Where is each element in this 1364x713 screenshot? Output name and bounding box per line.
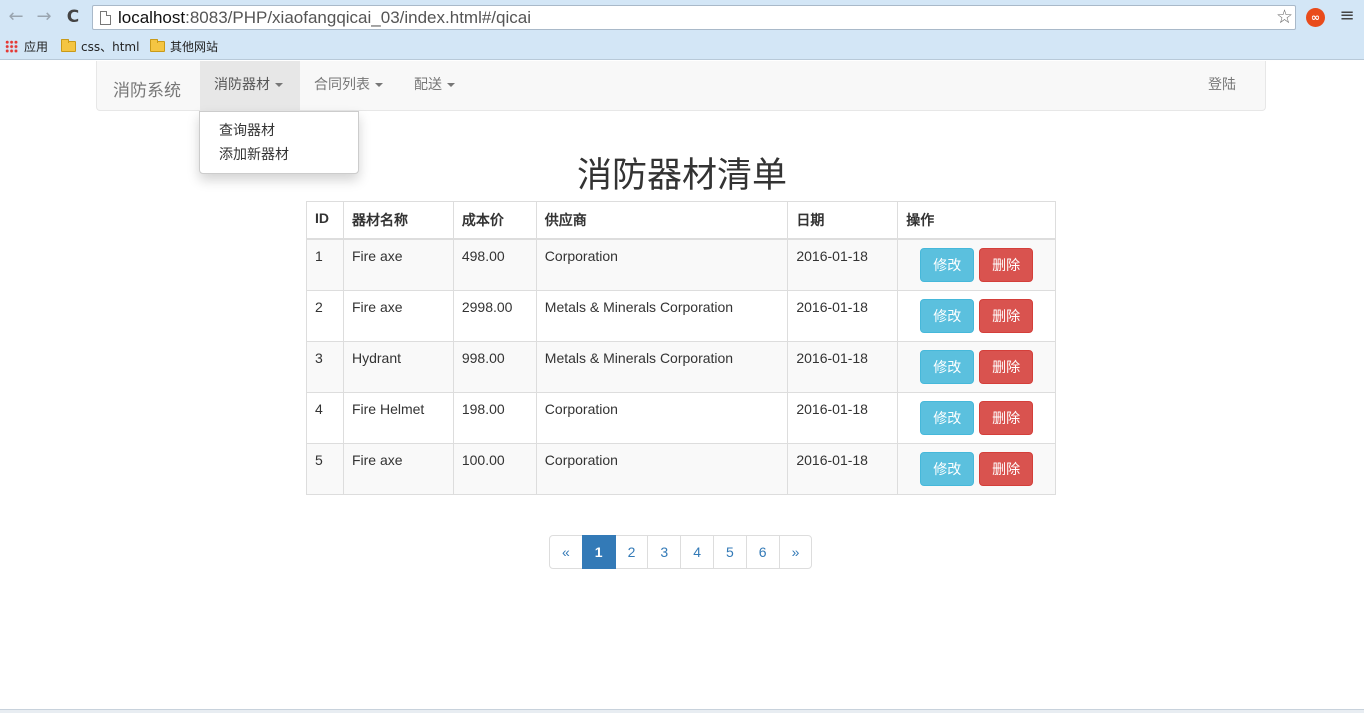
cell-name: Fire axe bbox=[342, 289, 454, 342]
table-row: 2 Fire axe 2998.00 Metals & Minerals Cor… bbox=[306, 289, 1056, 342]
edit-button[interactable]: 修改 bbox=[920, 451, 975, 486]
pagination-page-2[interactable]: 2 bbox=[614, 535, 649, 569]
equipment-table: ID 器材名称 成本价 供应商 日期 操作 1 Fire axe 498.00 … bbox=[306, 201, 1056, 495]
delete-button[interactable]: 删除 bbox=[979, 349, 1034, 384]
app-navbar: 消防系统 消防器材 合同列表 配送 登陆 bbox=[96, 61, 1266, 111]
cell-date: 2016-01-18 bbox=[787, 238, 899, 291]
header-price: 成本价 bbox=[452, 201, 537, 240]
extension-icon[interactable]: ∞ bbox=[1306, 8, 1325, 27]
bookmark-apps[interactable]: 应用 bbox=[5, 39, 48, 55]
cell-name: Fire axe bbox=[342, 442, 454, 495]
navbar-brand[interactable]: 消防系统 bbox=[113, 76, 181, 101]
url-text[interactable]: localhost:8083/PHP/xiaofangqicai_03/inde… bbox=[118, 8, 531, 28]
cell-date: 2016-01-18 bbox=[787, 391, 899, 444]
cell-price: 100.00 bbox=[452, 442, 537, 495]
nav-item-label: 配送 bbox=[414, 77, 442, 93]
page-title: 消防器材清单 bbox=[576, 156, 787, 196]
delete-button[interactable]: 删除 bbox=[979, 298, 1034, 333]
header-supplier: 供应商 bbox=[535, 201, 789, 240]
edit-button[interactable]: 修改 bbox=[920, 248, 975, 282]
dropdown-item-query[interactable]: 查询器材 bbox=[200, 119, 358, 143]
header-actions: 操作 bbox=[897, 201, 1056, 240]
cell-supplier: Metals & Minerals Corporation bbox=[535, 340, 789, 393]
pagination-prev[interactable]: « bbox=[549, 535, 583, 569]
cell-name: Fire axe bbox=[342, 238, 454, 291]
cell-name: Hydrant bbox=[342, 340, 454, 393]
bookmark-folder-css-html[interactable]: css、html bbox=[61, 39, 139, 55]
bookmark-folder-label: css、html bbox=[81, 40, 140, 54]
caret-down-icon bbox=[375, 83, 383, 87]
browser-toolbar: ← → C localhost:8083/PHP/xiaofangqicai_0… bbox=[0, 0, 1364, 35]
cell-price: 998.00 bbox=[452, 340, 537, 393]
bookmarks-bar: 应用 css、html 其他网站 bbox=[0, 35, 1364, 60]
reload-icon[interactable]: C bbox=[62, 6, 84, 28]
cell-price: 2998.00 bbox=[452, 289, 537, 342]
cell-date: 2016-01-18 bbox=[787, 442, 899, 495]
cell-actions: 修改 删除 bbox=[897, 238, 1056, 291]
cell-actions: 修改 删除 bbox=[897, 340, 1056, 393]
pagination-next[interactable]: » bbox=[778, 535, 813, 569]
cell-id: 1 bbox=[306, 238, 344, 291]
nav-item-equipment[interactable]: 消防器材 bbox=[200, 61, 300, 110]
pagination-page-1[interactable]: 1 bbox=[581, 535, 616, 569]
edit-button[interactable]: 修改 bbox=[920, 298, 975, 333]
caret-down-icon bbox=[275, 83, 283, 87]
nav-item-delivery[interactable]: 配送 bbox=[400, 61, 469, 110]
cell-actions: 修改 删除 bbox=[897, 391, 1056, 444]
cell-id: 3 bbox=[306, 340, 344, 393]
folder-icon bbox=[150, 39, 165, 52]
cell-supplier: Metals & Minerals Corporation bbox=[535, 289, 789, 342]
nav-item-login[interactable]: 登陆 bbox=[1194, 61, 1250, 110]
bookmark-apps-label: 应用 bbox=[24, 40, 49, 54]
delete-button[interactable]: 删除 bbox=[979, 248, 1034, 282]
edit-button[interactable]: 修改 bbox=[920, 400, 975, 435]
nav-item-label: 消防器材 bbox=[214, 77, 270, 93]
caret-down-icon bbox=[447, 83, 455, 87]
apps-grid-icon bbox=[5, 40, 18, 53]
edit-button[interactable]: 修改 bbox=[920, 349, 975, 384]
browser-menu-icon[interactable]: ≡ bbox=[1339, 7, 1355, 25]
url-path: :8083/PHP/xiaofangqicai_03/index.html#/q… bbox=[185, 8, 531, 27]
cell-name: Fire Helmet bbox=[342, 391, 454, 444]
cell-id: 4 bbox=[306, 391, 344, 444]
pagination-page-4[interactable]: 4 bbox=[680, 535, 714, 569]
bookmark-star-icon[interactable]: ☆ bbox=[1276, 6, 1293, 29]
cell-supplier: Corporation bbox=[535, 442, 789, 495]
table-row: 5 Fire axe 100.00 Corporation 2016-01-18… bbox=[306, 442, 1056, 495]
table-header-row: ID 器材名称 成本价 供应商 日期 操作 bbox=[306, 201, 1056, 240]
url-host: localhost bbox=[118, 8, 186, 27]
address-bar[interactable]: localhost:8083/PHP/xiaofangqicai_03/inde… bbox=[92, 5, 1296, 30]
back-arrow-icon[interactable]: ← bbox=[5, 6, 27, 28]
nav-item-label: 合同列表 bbox=[314, 77, 370, 93]
taskbar-edge bbox=[0, 709, 1364, 713]
table-row: 3 Hydrant 998.00 Metals & Minerals Corpo… bbox=[306, 340, 1056, 393]
pagination-page-6[interactable]: 6 bbox=[745, 535, 780, 569]
header-name: 器材名称 bbox=[342, 201, 454, 240]
cell-supplier: Corporation bbox=[535, 238, 789, 291]
nav-item-contracts[interactable]: 合同列表 bbox=[300, 61, 397, 110]
bookmark-folder-label: 其他网站 bbox=[170, 40, 219, 54]
table-row: 4 Fire Helmet 198.00 Corporation 2016-01… bbox=[306, 391, 1056, 444]
cell-id: 2 bbox=[306, 289, 344, 342]
page-icon bbox=[100, 11, 111, 25]
cell-date: 2016-01-18 bbox=[787, 340, 899, 393]
header-id: ID bbox=[306, 201, 344, 240]
delete-button[interactable]: 删除 bbox=[979, 400, 1034, 435]
cell-actions: 修改 删除 bbox=[897, 289, 1056, 342]
bookmark-folder-other[interactable]: 其他网站 bbox=[150, 39, 218, 55]
cell-price: 198.00 bbox=[452, 391, 537, 444]
pagination-page-3[interactable]: 3 bbox=[647, 535, 682, 569]
pagination-page-5[interactable]: 5 bbox=[712, 535, 747, 569]
cell-actions: 修改 删除 bbox=[897, 442, 1056, 495]
folder-icon bbox=[61, 39, 76, 52]
forward-arrow-icon[interactable]: → bbox=[33, 6, 55, 28]
cell-date: 2016-01-18 bbox=[787, 289, 899, 342]
cell-price: 498.00 bbox=[452, 238, 537, 291]
delete-button[interactable]: 删除 bbox=[979, 451, 1034, 486]
cell-id: 5 bbox=[306, 442, 344, 495]
table-row: 1 Fire axe 498.00 Corporation 2016-01-18… bbox=[306, 238, 1056, 291]
pagination: « 1 2 3 4 5 6 » bbox=[549, 535, 813, 569]
cell-supplier: Corporation bbox=[535, 391, 789, 444]
header-date: 日期 bbox=[787, 201, 899, 240]
